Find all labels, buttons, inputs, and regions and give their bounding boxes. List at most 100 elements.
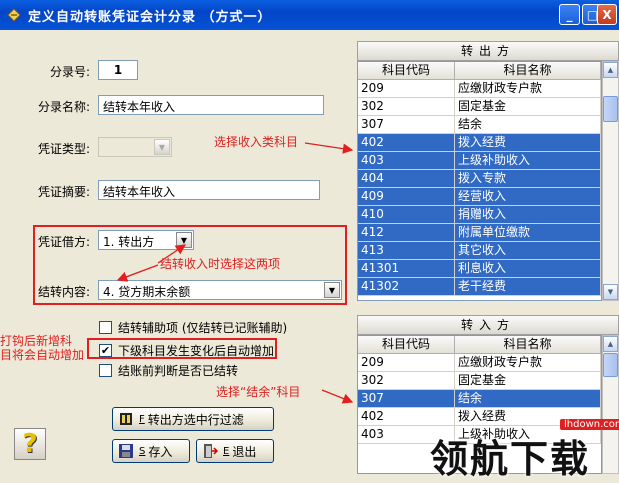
annotation-auto-add-2: 目将会自动增加 <box>0 348 85 362</box>
out-scrollbar[interactable]: ▲ ▼ <box>602 61 619 301</box>
annotation-select-both: 结转收入时选择这两项 <box>160 257 281 271</box>
debit-side-value: 1. 转出方 <box>103 235 155 249</box>
in-grid-header: 科目代码 科目名称 <box>358 336 601 354</box>
out-grid-header: 科目代码 科目名称 <box>358 62 601 80</box>
watermark-brand: 领航下载 <box>430 437 591 481</box>
out-grid: 科目代码 科目名称 209 应缴财政专户款 302 固定基金 307 结余 402 拨入经费 4… <box>357 61 602 301</box>
floppy-disk-icon <box>117 443 135 459</box>
cell-name: 固定基金 <box>455 98 601 115</box>
debit-side-label: 凭证借方: <box>38 235 91 249</box>
scroll-thumb[interactable] <box>603 96 618 122</box>
cell-code: 302 <box>358 372 455 389</box>
checkbox-auto-add[interactable]: ✔ 下级科目发生变化后自动增加 <box>99 342 274 359</box>
col-name-header[interactable]: 科目名称 <box>455 336 601 353</box>
cell-code: 413 <box>358 242 455 259</box>
cell-code: 402 <box>358 408 455 425</box>
arrow-to-surplus <box>321 389 354 404</box>
table-row[interactable]: 307 结余 <box>358 116 601 134</box>
close-icon: X <box>602 7 612 22</box>
entry-name-field[interactable]: 结转本年收入 <box>98 95 324 115</box>
cell-name: 固定基金 <box>455 372 601 389</box>
table-row[interactable]: 41302 老干经费 <box>358 278 601 296</box>
voucher-summary-field[interactable]: 结转本年收入 <box>98 180 320 200</box>
help-icon: ? <box>22 429 38 459</box>
cell-name: 拨入经费 <box>455 134 601 151</box>
table-row[interactable]: 307 结余 <box>358 390 601 408</box>
cell-code: 409 <box>358 188 455 205</box>
table-row[interactable]: 404 拨入专款 <box>358 170 601 188</box>
arrow-to-income-rows <box>304 142 354 154</box>
checkbox-transfer-aux[interactable]: 结转辅助项 (仅结转已记账辅助) <box>99 319 287 336</box>
table-row[interactable]: 41301 利息收入 <box>358 260 601 278</box>
cell-code: 307 <box>358 116 455 133</box>
cell-code: 410 <box>358 206 455 223</box>
voucher-type-select[interactable]: ▼ <box>98 137 172 157</box>
minimize-icon: _ <box>566 7 573 22</box>
entry-no-field[interactable]: 1 <box>98 60 138 80</box>
exit-button[interactable]: E 退出 <box>196 439 274 463</box>
save-button[interactable]: S 存入 <box>112 439 190 463</box>
cell-name: 经营收入 <box>455 188 601 205</box>
voucher-type-label: 凭证类型: <box>38 142 91 156</box>
close-button[interactable]: X <box>597 4 617 25</box>
checkbox-box[interactable] <box>99 321 112 334</box>
scroll-down-icon[interactable]: ▼ <box>603 284 618 300</box>
checkbox-box[interactable] <box>99 364 112 377</box>
table-row[interactable]: 403 上级补助收入 <box>358 152 601 170</box>
table-row[interactable]: 209 应缴财政专户款 <box>358 80 601 98</box>
cell-name: 上级补助收入 <box>455 152 601 169</box>
filter-label: 转出方选中行过滤 <box>147 412 244 427</box>
filter-hotkey: F <box>139 413 145 425</box>
chevron-down-icon[interactable]: ▼ <box>176 232 192 248</box>
checkbox-label: 结账前判断是否已结转 <box>118 364 239 378</box>
transfer-content-select[interactable]: 4. 贷方期末余额 ▼ <box>98 280 342 300</box>
filter-icon <box>117 411 135 427</box>
cell-code: 41302 <box>358 278 455 295</box>
table-row[interactable]: 302 固定基金 <box>358 98 601 116</box>
table-row[interactable]: 413 其它收入 <box>358 242 601 260</box>
chevron-down-icon[interactable]: ▼ <box>154 139 170 155</box>
entry-no-label: 分录号: <box>50 65 91 79</box>
cell-code: 307 <box>358 390 455 407</box>
table-row[interactable]: 410 捐赠收入 <box>358 206 601 224</box>
in-scrollbar[interactable]: ▲ <box>602 335 619 474</box>
cell-name: 结余 <box>455 390 601 407</box>
debit-side-select[interactable]: 1. 转出方 ▼ <box>98 230 194 250</box>
cell-name: 结余 <box>455 116 601 133</box>
table-row[interactable]: 209 应缴财政专户款 <box>358 354 601 372</box>
col-name-header[interactable]: 科目名称 <box>455 62 601 79</box>
table-row[interactable]: 409 经营收入 <box>358 188 601 206</box>
window-title: 定义自动转账凭证会计分录 （方式一） <box>28 9 272 25</box>
in-panel-title: 转入方 <box>357 315 619 335</box>
exit-door-icon <box>201 443 219 459</box>
table-row[interactable]: 402 拨入经费 <box>358 134 601 152</box>
help-button[interactable]: ? <box>14 428 46 460</box>
cell-code: 209 <box>358 80 455 97</box>
chevron-down-icon[interactable]: ▼ <box>324 282 340 298</box>
checkmark-icon[interactable]: ✔ <box>99 344 112 357</box>
cell-code: 41301 <box>358 260 455 277</box>
save-label: 存入 <box>148 444 173 459</box>
app-icon <box>7 8 21 22</box>
cell-name: 其它收入 <box>455 242 601 259</box>
checkbox-check-before-close[interactable]: 结账前判断是否已结转 <box>99 362 238 379</box>
minimize-button[interactable]: _ <box>559 4 580 25</box>
cell-name: 应缴财政专户款 <box>455 354 601 371</box>
cell-name: 应缴财政专户款 <box>455 80 601 97</box>
table-row[interactable]: 302 固定基金 <box>358 372 601 390</box>
cell-name: 附属单位缴款 <box>455 224 601 241</box>
scroll-up-icon[interactable]: ▲ <box>603 336 618 352</box>
exit-hotkey: E <box>223 445 230 457</box>
scroll-thumb[interactable] <box>603 353 618 377</box>
col-code-header[interactable]: 科目代码 <box>358 336 455 353</box>
cell-code: 302 <box>358 98 455 115</box>
cell-code: 209 <box>358 354 455 371</box>
checkbox-label: 下级科目发生变化后自动增加 <box>118 344 275 358</box>
filter-button[interactable]: F 转出方选中行过滤 <box>112 407 274 431</box>
title-bar: 定义自动转账凭证会计分录 （方式一） <box>0 0 619 30</box>
col-code-header[interactable]: 科目代码 <box>358 62 455 79</box>
cell-name: 老干经费 <box>455 278 601 295</box>
scroll-up-icon[interactable]: ▲ <box>603 62 618 78</box>
table-row[interactable]: 412 附属单位缴款 <box>358 224 601 242</box>
cell-code: 403 <box>358 152 455 169</box>
